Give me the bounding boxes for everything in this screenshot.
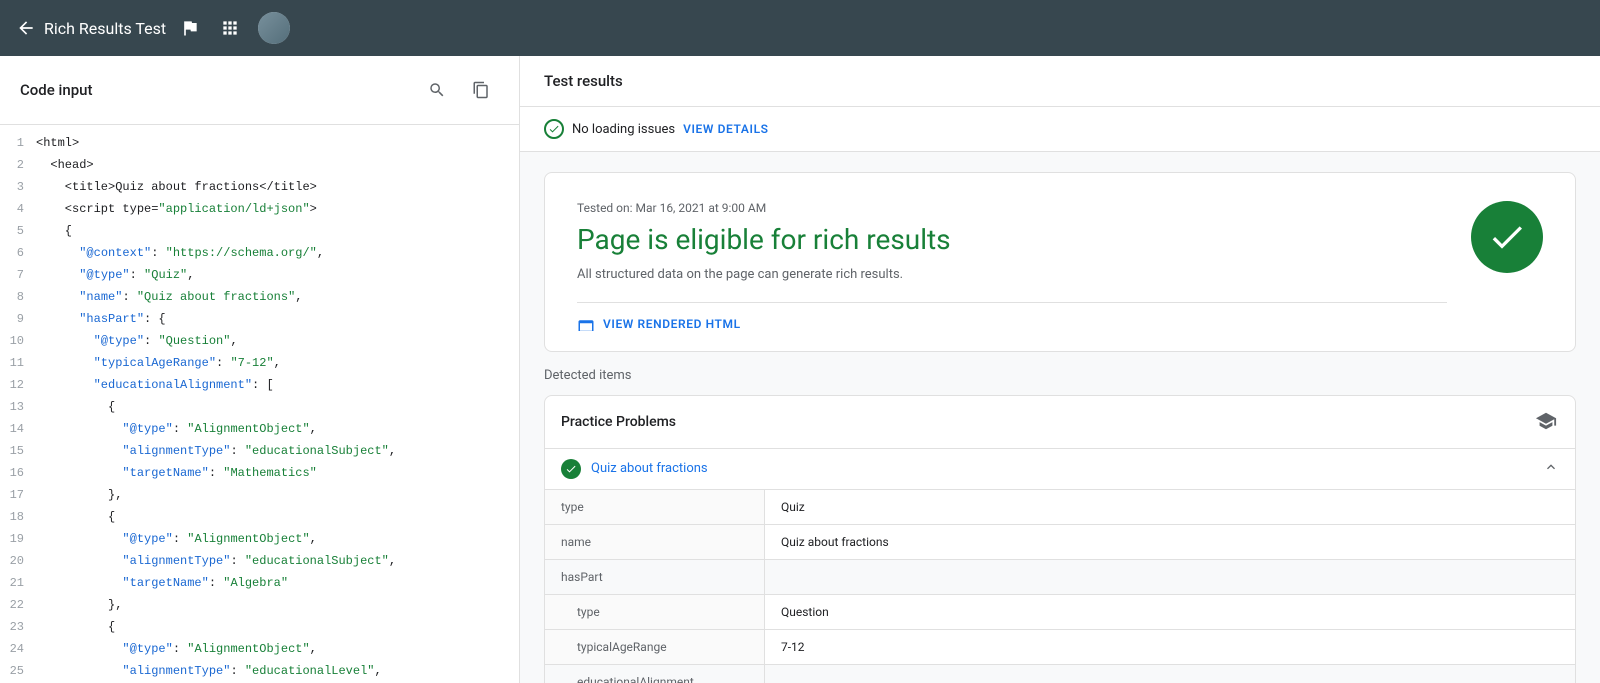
left-panel-header: Code input — [0, 56, 519, 125]
right-panel-header: Test results — [520, 56, 1600, 107]
status-text: No loading issues — [572, 122, 675, 137]
code-line: 17 }, — [0, 485, 519, 507]
main-layout: Code input 1<html> 2 <head> 3 <title>Qui… — [0, 56, 1600, 683]
quiz-item-header: Quiz about fractions — [545, 449, 1575, 490]
result-subtext: All structured data on the page can gene… — [577, 267, 1447, 282]
test-results-title: Test results — [544, 72, 623, 90]
code-line: 10 "@type": "Question", — [0, 331, 519, 353]
chevron-up-icon[interactable] — [1543, 459, 1559, 479]
code-line: 8 "name": "Quiz about fractions", — [0, 287, 519, 309]
property-table: type Quiz name Quiz about fractions hasP… — [545, 490, 1575, 683]
property-value: Question — [765, 595, 1575, 629]
code-line: 23 { — [0, 617, 519, 639]
practice-problems-card: Practice Problems Quiz about fractions — [544, 395, 1576, 683]
quiz-name[interactable]: Quiz about fractions — [591, 461, 708, 476]
property-row: typicalAgeRange 7-12 — [545, 630, 1575, 665]
property-value — [765, 560, 1575, 594]
code-line: 25 "alignmentType": "educationalLevel", — [0, 661, 519, 683]
flag-icon[interactable] — [178, 16, 202, 40]
property-key: educationalAlignment — [545, 665, 765, 683]
user-avatar[interactable] — [258, 12, 290, 44]
property-key: name — [545, 525, 765, 559]
code-line: 19 "@type": "AlignmentObject", — [0, 529, 519, 551]
result-icon — [1471, 201, 1543, 273]
code-line: 20 "alignmentType": "educationalSubject"… — [0, 551, 519, 573]
code-line: 16 "targetName": "Mathematics" — [0, 463, 519, 485]
code-actions — [419, 72, 499, 108]
property-row: type Quiz — [545, 490, 1575, 525]
view-rendered-html-link[interactable]: VIEW RENDERED HTML — [577, 317, 1447, 331]
property-key: typicalAgeRange — [545, 630, 765, 664]
code-line: 12 "educationalAlignment": [ — [0, 375, 519, 397]
code-input-title: Code input — [20, 81, 92, 99]
property-row: hasPart — [545, 560, 1575, 595]
detected-items-title: Detected items — [544, 368, 1576, 383]
status-bar: No loading issues VIEW DETAILS — [520, 107, 1600, 152]
copy-button[interactable] — [463, 72, 499, 108]
property-row: type Question — [545, 595, 1575, 630]
practice-problems-title: Practice Problems — [561, 414, 676, 430]
view-details-link[interactable]: VIEW DETAILS — [683, 122, 769, 136]
code-line: 7 "@type": "Quiz", — [0, 265, 519, 287]
property-row: educationalAlignment — [545, 665, 1575, 683]
tested-on-text: Tested on: Mar 16, 2021 at 9:00 AM — [577, 201, 1447, 215]
code-line: 22 }, — [0, 595, 519, 617]
property-key: hasPart — [545, 560, 765, 594]
property-value — [765, 665, 1575, 683]
code-line: 6 "@context": "https://schema.org/", — [0, 243, 519, 265]
view-rendered-html-label: VIEW RENDERED HTML — [603, 317, 741, 331]
back-button[interactable]: Rich Results Test — [16, 18, 166, 38]
property-value: Quiz about fractions — [765, 525, 1575, 559]
graduation-cap-icon — [1535, 410, 1559, 434]
code-line: 15 "alignmentType": "educationalSubject"… — [0, 441, 519, 463]
code-line: 14 "@type": "AlignmentObject", — [0, 419, 519, 441]
success-check-circle — [1471, 201, 1543, 273]
quiz-item-left: Quiz about fractions — [561, 459, 708, 479]
code-line: 5 { — [0, 221, 519, 243]
detected-items-section: Detected items Practice Problems Quiz ab… — [520, 368, 1600, 683]
result-heading: Page is eligible for rich results — [577, 223, 1447, 257]
result-divider — [577, 302, 1447, 303]
top-navigation: Rich Results Test — [0, 0, 1600, 56]
property-key: type — [545, 490, 765, 524]
left-panel: Code input 1<html> 2 <head> 3 <title>Qui… — [0, 56, 520, 683]
code-line: 21 "targetName": "Algebra" — [0, 573, 519, 595]
quiz-check-icon — [561, 459, 581, 479]
property-row: name Quiz about fractions — [545, 525, 1575, 560]
code-line: 18 { — [0, 507, 519, 529]
property-value: Quiz — [765, 490, 1575, 524]
property-value: 7-12 — [765, 630, 1575, 664]
nav-icons — [178, 12, 290, 44]
right-panel: Test results No loading issues VIEW DETA… — [520, 56, 1600, 683]
result-card: Tested on: Mar 16, 2021 at 9:00 AM Page … — [544, 172, 1576, 352]
code-line: 1<html> — [0, 133, 519, 155]
property-key: type — [545, 595, 765, 629]
status-check-icon — [544, 119, 564, 139]
app-title: Rich Results Test — [44, 19, 166, 38]
apps-icon[interactable] — [218, 16, 242, 40]
code-line: 9 "hasPart": { — [0, 309, 519, 331]
search-button[interactable] — [419, 72, 455, 108]
code-line: 24 "@type": "AlignmentObject", — [0, 639, 519, 661]
code-editor[interactable]: 1<html> 2 <head> 3 <title>Quiz about fra… — [0, 125, 519, 683]
practice-card-header: Practice Problems — [545, 396, 1575, 449]
code-line: 13 { — [0, 397, 519, 419]
code-line: 3 <title>Quiz about fractions</title> — [0, 177, 519, 199]
code-line: 2 <head> — [0, 155, 519, 177]
code-line: 4 <script type="application/ld+json"> — [0, 199, 519, 221]
result-card-content: Tested on: Mar 16, 2021 at 9:00 AM Page … — [577, 201, 1447, 331]
code-line: 11 "typicalAgeRange": "7-12", — [0, 353, 519, 375]
